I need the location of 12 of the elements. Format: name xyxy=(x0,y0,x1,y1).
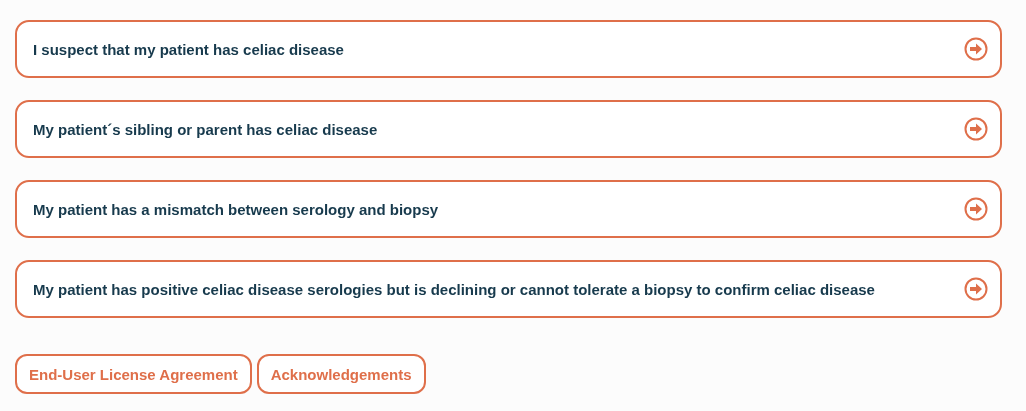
option-label: My patient has positive celiac disease serologies but is declining or cannot tolerate a biopsy to confirm celiac disease xyxy=(33,280,875,298)
arrow-circle-icon xyxy=(964,117,988,141)
option-label: I suspect that my patient has celiac disease xyxy=(33,40,344,58)
option-card[interactable]: My patient´s sibling or parent has celiac disease xyxy=(15,100,1002,158)
option-card[interactable]: My patient has positive celiac disease serologies but is declining or cannot tolerate a biopsy to confirm celiac disease xyxy=(15,260,1002,318)
arrow-circle-icon xyxy=(964,37,988,61)
option-card[interactable]: My patient has a mismatch between serology and biopsy xyxy=(15,180,1002,238)
option-label: My patient has a mismatch between serology and biopsy xyxy=(33,200,439,218)
option-label: My patient´s sibling or parent has celiac disease xyxy=(33,120,378,138)
arrow-circle-icon xyxy=(964,277,988,301)
arrow-circle-icon xyxy=(964,197,988,221)
option-card[interactable]: I suspect that my patient has celiac disease xyxy=(15,20,1002,78)
